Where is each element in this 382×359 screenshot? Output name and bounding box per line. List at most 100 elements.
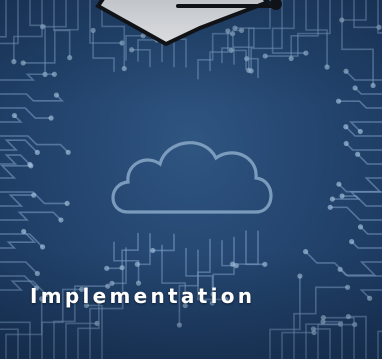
circuit-trace xyxy=(359,226,382,235)
circuit-trace xyxy=(357,153,382,165)
circuit-trace xyxy=(0,154,31,166)
circuit-trace xyxy=(338,100,382,109)
circuit-pad xyxy=(21,228,27,235)
circuit-pad xyxy=(344,284,351,290)
circuit-pad xyxy=(34,270,40,277)
circuit-pad xyxy=(336,181,342,187)
circuit-pad xyxy=(39,24,46,30)
cloud-icon xyxy=(111,141,273,214)
circuit-trace xyxy=(330,206,382,221)
circuit-pad xyxy=(370,82,376,89)
circuit-trace xyxy=(305,251,382,277)
circuit-pad xyxy=(310,326,317,332)
circuit-pad xyxy=(150,247,156,254)
circuit-trace xyxy=(0,139,38,153)
circuit-pad xyxy=(343,124,349,130)
circuit-trace xyxy=(0,93,65,102)
circuit-pad xyxy=(65,149,71,155)
circuit-trace xyxy=(351,241,382,249)
circuit-pad xyxy=(339,193,345,199)
circuit-trace xyxy=(338,177,382,193)
circuit-pad xyxy=(129,47,135,53)
circuit-trace xyxy=(89,267,124,359)
circuit-trace xyxy=(269,276,301,359)
circuit-pad xyxy=(176,322,183,328)
circuit-pad xyxy=(345,313,351,320)
circuit-pad xyxy=(11,112,18,119)
circuit-pad xyxy=(229,261,236,267)
circuit-trace xyxy=(0,211,62,221)
circuit-trace xyxy=(0,194,34,207)
circuit-trace xyxy=(0,0,7,38)
circuit-pad xyxy=(367,295,373,301)
circuit-pad xyxy=(31,192,37,198)
circuit-pad xyxy=(20,60,26,66)
circuit-pad xyxy=(232,25,238,31)
circuit-trace xyxy=(354,87,382,95)
circuit-pad xyxy=(134,261,140,267)
circuit-trace xyxy=(0,233,44,248)
circuit-trace xyxy=(345,126,382,137)
circuit-trace xyxy=(345,70,382,81)
circuit-pad xyxy=(339,17,345,23)
circuit-pad xyxy=(297,273,303,279)
circuit-pad xyxy=(48,115,54,121)
circuit-pad xyxy=(357,128,363,135)
circuit-pad xyxy=(262,261,268,267)
circuit-trace xyxy=(339,261,382,276)
circuit-trace xyxy=(0,164,31,179)
circuit-trace xyxy=(0,321,31,359)
circuit-pad xyxy=(324,64,330,70)
circuit-pad xyxy=(225,28,231,34)
circuit-pad xyxy=(67,55,73,61)
circuit-pad xyxy=(349,239,355,245)
circuit-trace xyxy=(245,230,265,266)
implementation-card[interactable]: Implementation xyxy=(0,0,382,359)
circuit-pad xyxy=(262,53,268,59)
circuit-pad xyxy=(28,163,34,169)
circuit-pad xyxy=(11,59,17,65)
circuit-pad xyxy=(376,24,382,30)
circuit-pad xyxy=(327,204,333,210)
circuit-pad xyxy=(58,217,64,223)
circuit-trace xyxy=(0,114,23,123)
circuit-pad xyxy=(119,265,125,271)
circuit-trace xyxy=(53,0,71,58)
circuit-pad xyxy=(357,224,364,230)
circuit-pad xyxy=(34,149,40,155)
circuit-pad xyxy=(90,27,96,34)
circuit-trace xyxy=(281,331,315,359)
circuit-trace xyxy=(348,315,367,359)
circuit-trace xyxy=(0,261,38,275)
circuit-pad xyxy=(355,151,361,157)
circuit-trace xyxy=(0,328,19,359)
circuit-pad xyxy=(335,98,342,104)
circuit-trace xyxy=(137,39,157,62)
circuit-trace xyxy=(77,301,100,359)
circuit-pad xyxy=(343,140,349,147)
card-title: Implementation xyxy=(30,284,256,308)
circuit-trace xyxy=(322,320,343,359)
circuit-trace xyxy=(92,30,115,72)
circuit-trace xyxy=(345,142,382,151)
circuit-trace xyxy=(348,121,382,133)
circuit-trace xyxy=(250,0,283,71)
circuit-pad xyxy=(228,47,234,54)
circuit-pad xyxy=(104,265,110,271)
circuit-pad xyxy=(320,315,326,321)
circuit-pad xyxy=(248,68,254,74)
circuit-trace xyxy=(131,48,151,68)
circuit-pad xyxy=(329,196,335,202)
circuit-pad xyxy=(51,71,57,77)
circuit-pad xyxy=(343,68,349,74)
circuit-trace xyxy=(342,195,382,207)
circuit-pad xyxy=(53,92,60,98)
circuit-trace xyxy=(152,233,175,252)
circuit-pad xyxy=(121,65,127,72)
circuit-pad xyxy=(352,85,358,91)
circuit-trace xyxy=(137,233,151,266)
circuit-trace xyxy=(0,107,52,119)
circuit-pad xyxy=(39,244,46,250)
circuit-pad xyxy=(303,249,309,255)
circuit-trace xyxy=(377,330,382,359)
